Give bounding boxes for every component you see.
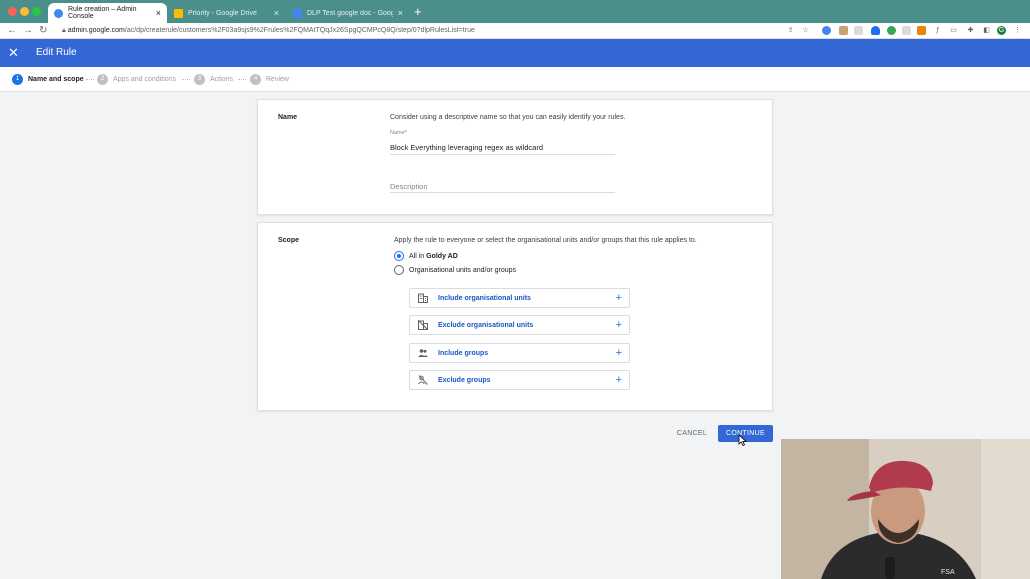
app-header: ✕ Edit Rule: [0, 39, 1030, 67]
screen-extension-icon[interactable]: ▭: [949, 26, 958, 35]
step-divider: [182, 79, 190, 80]
mouse-cursor-icon: [738, 434, 747, 446]
exclude-groups-option[interactable]: Exclude groups +: [409, 370, 630, 390]
reload-icon[interactable]: ↻: [39, 25, 47, 37]
profile-avatar[interactable]: G: [997, 26, 1006, 35]
scope-card: Scope Apply the rule to everyone or sele…: [257, 222, 773, 411]
description-field[interactable]: Description: [390, 178, 615, 193]
back-arrow-icon[interactable]: ←: [7, 25, 17, 37]
exclude-org-units-option[interactable]: Exclude organisational units +: [409, 315, 630, 335]
radio-org-units-groups[interactable]: Organisational units and/or groups: [394, 265, 516, 275]
browser-tab-doc[interactable]: DLP Test google doc - Google ×: [287, 3, 409, 23]
webcam-overlay: FSA: [781, 439, 1030, 579]
browser-tab-bar: Rule creation – Admin Console × Priority…: [0, 0, 1030, 23]
add-icon[interactable]: +: [616, 374, 622, 386]
url-host: admin.google.com: [67, 27, 125, 34]
name-field[interactable]: Name* Block Everything leveraging regex …: [390, 130, 615, 155]
radio-selected-icon[interactable]: [394, 251, 404, 261]
url-path: /ac/dp/createrule/customers%2F03a9sjs9%2…: [124, 27, 475, 34]
new-tab-icon[interactable]: +: [414, 4, 422, 20]
extension-icon[interactable]: [822, 26, 831, 35]
add-icon[interactable]: +: [616, 319, 622, 331]
step-label: Review: [266, 76, 289, 83]
sidebar-icon[interactable]: ◧: [982, 26, 991, 35]
address-bar[interactable]: 🔒︎ admin.google.com/ac/dp/createrule/cus…: [56, 24, 816, 38]
close-tab-icon[interactable]: ×: [398, 8, 403, 18]
description-placeholder: Description: [390, 182, 428, 191]
forward-arrow-icon[interactable]: →: [23, 25, 33, 37]
close-tab-icon[interactable]: ×: [274, 8, 279, 18]
window-minimize-dot[interactable]: [20, 7, 29, 16]
scope-section-label: Scope: [278, 237, 300, 244]
extension-icon[interactable]: [917, 26, 926, 35]
scope-hint: Apply the rule to everyone or select the…: [394, 237, 697, 244]
step-apps-and-conditions[interactable]: 2 Apps and conditions: [97, 74, 176, 85]
step-label: Actions: [210, 76, 233, 83]
name-field-value: Block Everything leveraging regex as wil…: [390, 143, 543, 152]
radio-unselected-icon[interactable]: [394, 265, 404, 275]
extension-icon[interactable]: [887, 26, 896, 35]
lock-icon: 🔒︎: [62, 27, 66, 34]
stepper: 1 Name and scope 2 Apps and conditions 3…: [0, 67, 1030, 92]
option-label: Include groups: [438, 349, 489, 357]
tab-title: Priority - Google Drive: [188, 9, 257, 17]
step-actions[interactable]: 3 Actions: [194, 74, 233, 85]
tab-title: Rule creation – Admin Console: [68, 6, 137, 20]
cancel-button[interactable]: CANCEL: [672, 426, 712, 442]
page-title: Edit Rule: [36, 47, 77, 58]
option-label: Exclude groups: [438, 376, 491, 384]
formula-extension-icon[interactable]: ƒ: [933, 26, 942, 35]
step-divider: [238, 79, 246, 80]
building-off-icon: [418, 320, 428, 330]
include-groups-option[interactable]: Include groups +: [409, 343, 630, 363]
option-label: Exclude organisational units: [438, 321, 534, 329]
browser-tab-rule-creation[interactable]: Rule creation – Admin Console ×: [48, 3, 167, 23]
window-maximize-dot[interactable]: [32, 7, 41, 16]
step-name-and-scope[interactable]: 1 Name and scope: [12, 74, 84, 85]
radio-all-in-org[interactable]: All in Goldy AD: [394, 251, 458, 261]
close-icon[interactable]: ✕: [8, 45, 19, 61]
step-divider: [86, 79, 94, 80]
name-hint: Consider using a descriptive name so tha…: [390, 114, 626, 121]
name-field-label: Name*: [390, 130, 407, 136]
group-off-icon: [418, 375, 428, 385]
radio-all-label: All in Goldy AD: [409, 252, 458, 260]
radio-units-label: Organisational units and/or groups: [409, 266, 517, 274]
name-section-label: Name: [278, 114, 298, 121]
puzzle-extensions-icon[interactable]: ✚: [966, 26, 975, 35]
bookmark-star-icon[interactable]: ☆: [801, 26, 810, 35]
building-icon: [418, 293, 428, 303]
browser-toolbar: ← → ↻ 🔒︎ admin.google.com/ac/dp/createru…: [0, 23, 1030, 39]
window-close-dot[interactable]: [8, 7, 17, 16]
step-review[interactable]: 4 Review: [250, 74, 289, 85]
drive-favicon-icon: [174, 8, 183, 18]
add-icon[interactable]: +: [616, 347, 622, 359]
name-card: Name Consider using a descriptive name s…: [257, 99, 773, 215]
close-tab-icon[interactable]: ×: [156, 8, 161, 18]
step-number: 2: [97, 74, 108, 85]
step-number: 4: [250, 74, 261, 85]
kebab-menu-icon[interactable]: ⋮: [1013, 26, 1022, 35]
extension-icon[interactable]: [902, 26, 911, 35]
option-label: Include organisational units: [438, 294, 531, 302]
step-label: Name and scope: [28, 76, 84, 83]
share-icon[interactable]: ⇪: [786, 26, 795, 35]
admin-console-favicon-icon: [54, 8, 63, 18]
extension-icon[interactable]: [854, 26, 863, 35]
presenter-video-image: FSA: [781, 439, 1030, 579]
browser-tab-drive[interactable]: Priority - Google Drive ×: [168, 3, 285, 23]
add-icon[interactable]: +: [616, 292, 622, 304]
step-number: 1: [12, 74, 23, 85]
step-number: 3: [194, 74, 205, 85]
extension-icon[interactable]: [839, 26, 848, 35]
tab-title: DLP Test google doc - Google: [307, 9, 393, 17]
step-label: Apps and conditions: [113, 76, 177, 83]
svg-text:FSA: FSA: [941, 569, 955, 576]
shield-extension-icon[interactable]: [871, 26, 880, 35]
group-icon: [418, 349, 428, 357]
include-org-units-option[interactable]: Include organisational units +: [409, 288, 630, 308]
docs-favicon-icon: [293, 8, 302, 18]
